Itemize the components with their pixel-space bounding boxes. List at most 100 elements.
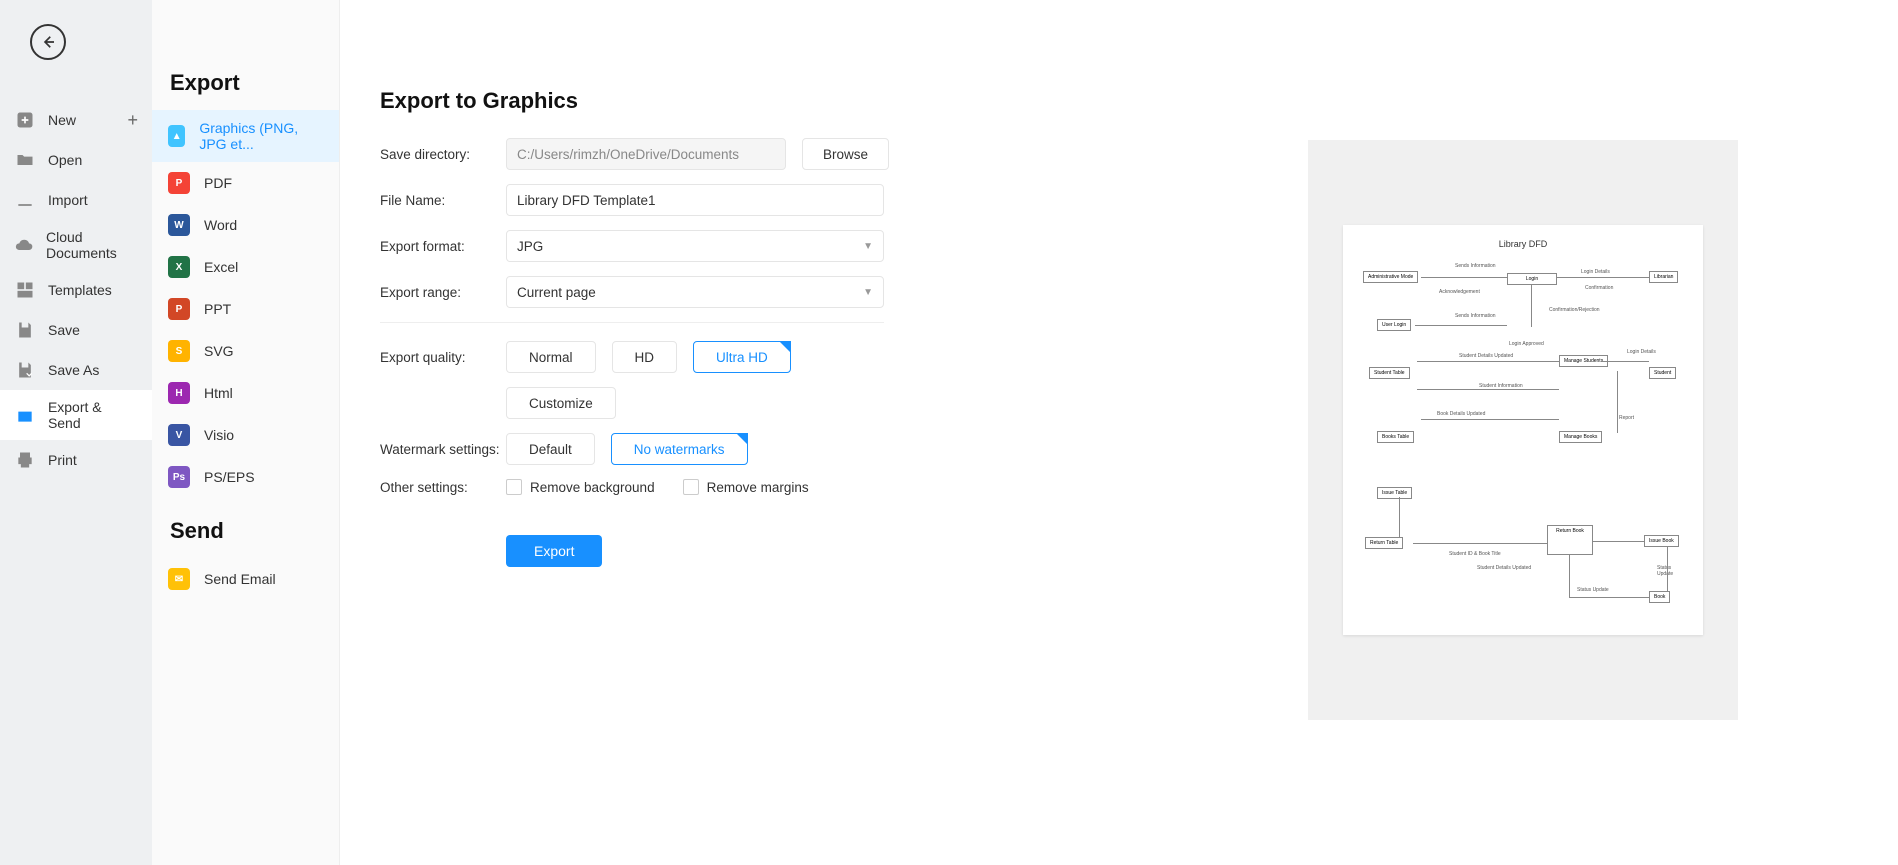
preview-title: Library DFD — [1359, 239, 1687, 249]
dfd-label: Student Details Updated — [1477, 565, 1531, 571]
export-icon — [14, 404, 36, 426]
nav-label: Export & Send — [48, 399, 138, 431]
nav-label: Print — [48, 452, 77, 468]
templates-icon — [14, 279, 36, 301]
word-icon: W — [168, 214, 190, 236]
dfd-box: Return Book — [1547, 525, 1593, 555]
checkbox-icon — [506, 479, 522, 495]
export-heading: Export — [152, 50, 339, 110]
plus-icon[interactable]: + — [127, 110, 138, 131]
dfd-box: Return Table — [1365, 537, 1403, 549]
save-dir-label: Save directory: — [380, 147, 506, 162]
dfd-label: Confirmation — [1585, 285, 1613, 291]
import-icon — [14, 189, 36, 211]
dfd-box: Login — [1507, 273, 1557, 285]
export-excel[interactable]: X Excel — [152, 246, 339, 288]
nav-save-as[interactable]: Save As — [0, 350, 152, 390]
format-select[interactable]: JPG ▼ — [506, 230, 884, 262]
export-word[interactable]: W Word — [152, 204, 339, 246]
save-as-icon — [14, 359, 36, 381]
export-item-label: Excel — [204, 259, 238, 275]
quality-hd[interactable]: HD — [612, 341, 678, 373]
export-item-label: Graphics (PNG, JPG et... — [199, 120, 323, 152]
export-panel: Export ▲ Graphics (PNG, JPG et... P PDF … — [152, 0, 340, 865]
remove-margins-label: Remove margins — [707, 480, 809, 495]
export-ppt[interactable]: P PPT — [152, 288, 339, 330]
dfd-box: Manage Books — [1559, 431, 1602, 443]
watermark-none[interactable]: No watermarks — [611, 433, 748, 465]
nav-cloud[interactable]: Cloud Documents — [0, 220, 152, 270]
dfd-label: Book Details Updated — [1437, 411, 1485, 417]
dfd-box: Administrative Mode — [1363, 271, 1418, 283]
range-value: Current page — [517, 285, 596, 300]
dfd-label: Sends Information — [1455, 313, 1496, 319]
chevron-down-icon: ▼ — [863, 241, 873, 252]
send-item-label: Send Email — [204, 571, 276, 587]
email-icon: ✉ — [168, 568, 190, 590]
dfd-box: Issue Table — [1377, 487, 1412, 499]
dfd-box: Issue Book — [1644, 535, 1679, 547]
range-label: Export range: — [380, 285, 506, 300]
page-title: Export to Graphics — [380, 88, 1858, 114]
browse-button[interactable]: Browse — [802, 138, 889, 170]
watermark-default[interactable]: Default — [506, 433, 595, 465]
filename-input[interactable] — [506, 184, 884, 216]
back-button[interactable] — [30, 24, 66, 60]
nav-print[interactable]: Print — [0, 440, 152, 480]
quality-ultra-hd[interactable]: Ultra HD — [693, 341, 791, 373]
html-icon: H — [168, 382, 190, 404]
nav-label: Save — [48, 322, 80, 338]
save-icon — [14, 319, 36, 341]
export-button[interactable]: Export — [506, 535, 602, 567]
ppt-icon: P — [168, 298, 190, 320]
export-graphics[interactable]: ▲ Graphics (PNG, JPG et... — [152, 110, 339, 162]
send-heading: Send — [152, 498, 339, 558]
range-select[interactable]: Current page ▼ — [506, 276, 884, 308]
export-item-label: PS/EPS — [204, 469, 255, 485]
nav-open[interactable]: Open — [0, 140, 152, 180]
print-icon — [14, 449, 36, 471]
main-content: Export to Graphics Save directory: Brows… — [340, 0, 1898, 865]
remove-bg-checkbox[interactable]: Remove background — [506, 479, 655, 495]
dfd-box: User Login — [1377, 319, 1411, 331]
nav-save[interactable]: Save — [0, 310, 152, 350]
customize-button[interactable]: Customize — [506, 387, 616, 419]
dfd-label: Report — [1619, 415, 1634, 421]
dfd-box: Librarian — [1649, 271, 1678, 283]
nav-label: New — [48, 112, 76, 128]
dfd-box: Student Table — [1369, 367, 1410, 379]
sidebar: New + Open Import Cloud Documents Templa… — [0, 0, 152, 865]
quality-normal[interactable]: Normal — [506, 341, 596, 373]
save-dir-input[interactable] — [506, 138, 786, 170]
export-item-label: Html — [204, 385, 233, 401]
export-html[interactable]: H Html — [152, 372, 339, 414]
remove-bg-label: Remove background — [530, 480, 655, 495]
dfd-label: Student Details Updated — [1459, 353, 1513, 359]
nav-templates[interactable]: Templates — [0, 270, 152, 310]
nav-import[interactable]: Import — [0, 180, 152, 220]
dfd-box: Book — [1649, 591, 1670, 603]
dfd-label: Login Details — [1581, 269, 1610, 275]
export-pdf[interactable]: P PDF — [152, 162, 339, 204]
nav-export-send[interactable]: Export & Send — [0, 390, 152, 440]
export-svg[interactable]: S SVG — [152, 330, 339, 372]
export-item-label: PDF — [204, 175, 232, 191]
send-email[interactable]: ✉ Send Email — [152, 558, 339, 600]
export-item-label: Word — [204, 217, 237, 233]
nav-label: Import — [48, 192, 88, 208]
dfd-label: Status Update — [1577, 587, 1609, 593]
remove-margins-checkbox[interactable]: Remove margins — [683, 479, 809, 495]
excel-icon: X — [168, 256, 190, 278]
export-visio[interactable]: V Visio — [152, 414, 339, 456]
format-label: Export format: — [380, 239, 506, 254]
cloud-icon — [14, 234, 34, 256]
nav-label: Open — [48, 152, 82, 168]
dfd-box: Student — [1649, 367, 1676, 379]
dfd-label: Acknowledgement — [1439, 289, 1480, 295]
dfd-label: Login Approved — [1509, 341, 1544, 347]
export-ps[interactable]: Ps PS/EPS — [152, 456, 339, 498]
ps-icon: Ps — [168, 466, 190, 488]
dfd-box: Manage Students — [1559, 355, 1608, 367]
format-value: JPG — [517, 239, 543, 254]
nav-new[interactable]: New + — [0, 100, 152, 140]
